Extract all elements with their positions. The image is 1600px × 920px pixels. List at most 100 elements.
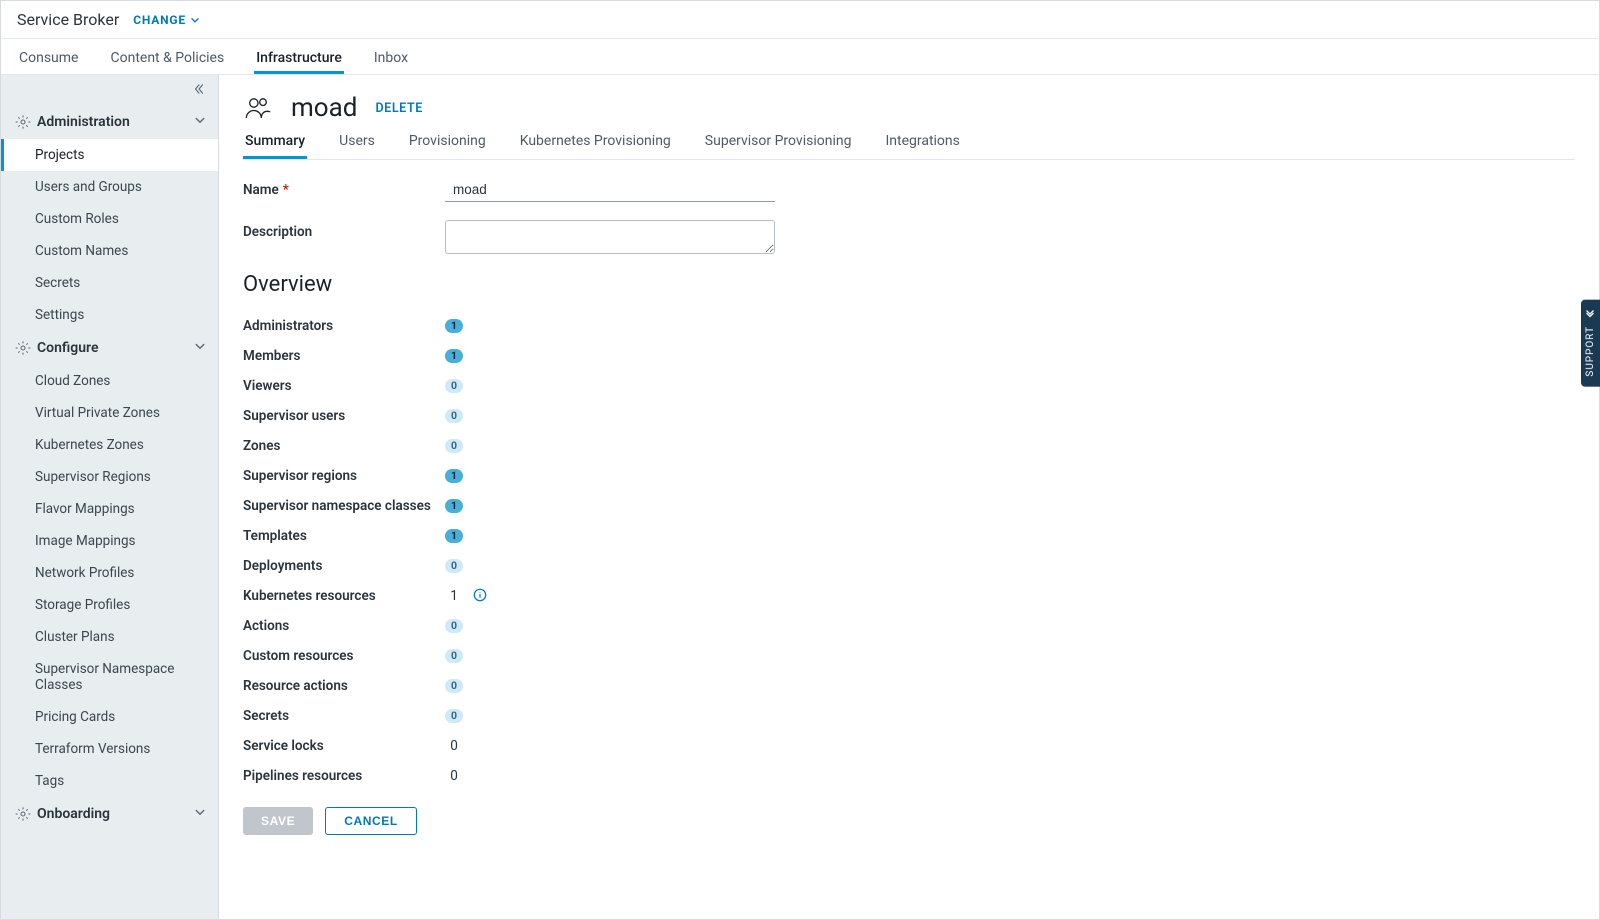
top-tab-inbox[interactable]: Inbox: [372, 50, 410, 74]
page-title-row: moad DELETE: [243, 93, 1575, 123]
overview-label: Members: [243, 348, 445, 364]
tab-provisioning[interactable]: Provisioning: [407, 133, 488, 159]
gear-icon: [15, 806, 31, 822]
top-nav: Consume Content & Policies Infrastructure I…: [1, 39, 1599, 75]
section-label: Administration: [37, 114, 130, 130]
change-context-link[interactable]: CHANGE: [133, 13, 200, 27]
tab-summary[interactable]: Summary: [243, 133, 307, 159]
overview-label: Custom resources: [243, 648, 445, 664]
overview-heading: Overview: [243, 272, 1575, 297]
sidebar-item-projects[interactable]: Projects: [1, 139, 218, 171]
sidebar-section-configure[interactable]: Configure: [1, 331, 218, 365]
overview-value: 0: [445, 709, 463, 723]
save-button[interactable]: SAVE: [243, 807, 313, 835]
overview-row: Deployments0: [243, 551, 1575, 581]
tab-users[interactable]: Users: [337, 133, 377, 159]
chevron-double-left-icon: [192, 82, 206, 96]
overview-label: Pipelines resources: [243, 768, 445, 784]
sidebar: AdministrationProjectsUsers and GroupsCu…: [1, 75, 219, 919]
name-label: Name*: [243, 178, 445, 198]
gear-icon: [15, 114, 31, 130]
sidebar-item-pricing-cards[interactable]: Pricing Cards: [1, 701, 218, 733]
sidebar-item-secrets[interactable]: Secrets: [1, 267, 218, 299]
sidebar-item-storage-profiles[interactable]: Storage Profiles: [1, 589, 218, 621]
overview-value: 0: [445, 409, 463, 423]
sidebar-item-users-groups[interactable]: Users and Groups: [1, 171, 218, 203]
main-content: moad DELETE Summary Users Provisioning Kube…: [219, 75, 1599, 919]
chevron-down-icon: [194, 806, 206, 822]
overview-row: Supervisor namespace classes1: [243, 491, 1575, 521]
overview-value: 1: [445, 349, 463, 363]
overview-row: Kubernetes resources1: [243, 581, 1575, 611]
sidebar-item-cluster-plans[interactable]: Cluster Plans: [1, 621, 218, 653]
info-icon[interactable]: [463, 587, 487, 606]
overview-label: Kubernetes resources: [243, 588, 445, 604]
overview-row: Viewers0: [243, 371, 1575, 401]
name-input[interactable]: [445, 178, 775, 202]
overview-label: Supervisor users: [243, 408, 445, 424]
sidebar-section-onboarding[interactable]: Onboarding: [1, 797, 218, 831]
sidebar-item-flavor-mappings[interactable]: Flavor Mappings: [1, 493, 218, 525]
sidebar-item-sup-regions[interactable]: Supervisor Regions: [1, 461, 218, 493]
overview-row: Supervisor users0: [243, 401, 1575, 431]
sidebar-item-net-profiles[interactable]: Network Profiles: [1, 557, 218, 589]
chevron-double-left-icon: [1586, 310, 1596, 320]
page-title: moad: [291, 93, 357, 123]
tab-integrations[interactable]: Integrations: [883, 133, 961, 159]
sidebar-item-image-mappings[interactable]: Image Mappings: [1, 525, 218, 557]
overview-value: 1: [445, 319, 463, 333]
chevron-down-icon: [194, 340, 206, 356]
sidebar-item-settings[interactable]: Settings: [1, 299, 218, 331]
top-tab-infrastructure[interactable]: Infrastructure: [254, 50, 344, 74]
overview-label: Supervisor regions: [243, 468, 445, 484]
sidebar-item-custom-roles[interactable]: Custom Roles: [1, 203, 218, 235]
sidebar-item-terraform-versions[interactable]: Terraform Versions: [1, 733, 218, 765]
overview-label: Actions: [243, 618, 445, 634]
cancel-button[interactable]: CANCEL: [325, 807, 417, 835]
gear-icon: [15, 340, 31, 356]
tab-sup-provisioning[interactable]: Supervisor Provisioning: [703, 133, 854, 159]
chevron-down-icon: [194, 114, 206, 130]
overview-value: 1: [445, 588, 463, 604]
sidebar-section-administration[interactable]: Administration: [1, 105, 218, 139]
brand-title: Service Broker: [17, 10, 119, 29]
description-label: Description: [243, 220, 445, 240]
overview-row: Members1: [243, 341, 1575, 371]
overview-value: 0: [445, 738, 463, 754]
sidebar-item-k8s-zones[interactable]: Kubernetes Zones: [1, 429, 218, 461]
description-form-row: Description: [243, 220, 1575, 254]
section-label: Configure: [37, 340, 98, 356]
top-tab-content-policies[interactable]: Content & Policies: [108, 50, 226, 74]
chevron-down-icon: [190, 15, 200, 25]
delete-button[interactable]: DELETE: [375, 101, 422, 116]
sidebar-item-sup-ns-classes[interactable]: Supervisor Namespace Classes: [1, 653, 218, 701]
description-textarea[interactable]: [445, 220, 775, 254]
collapse-sidebar-button[interactable]: [192, 81, 206, 100]
overview-label: Templates: [243, 528, 445, 544]
overview-label: Service locks: [243, 738, 445, 754]
sidebar-item-vpz[interactable]: Virtual Private Zones: [1, 397, 218, 429]
overview-label: Resource actions: [243, 678, 445, 694]
support-tab[interactable]: SUPPORT: [1581, 300, 1600, 387]
overview-row: Secrets0: [243, 701, 1575, 731]
overview-value: 0: [445, 679, 463, 693]
overview-value: 0: [445, 559, 463, 573]
name-form-row: Name*: [243, 178, 1575, 202]
overview-value: 1: [445, 529, 463, 543]
overview-value: 0: [445, 439, 463, 453]
form-footer: SAVE CANCEL: [243, 791, 1575, 849]
sidebar-item-custom-names[interactable]: Custom Names: [1, 235, 218, 267]
sidebar-item-cloud-zones[interactable]: Cloud Zones: [1, 365, 218, 397]
overview-row: Templates1: [243, 521, 1575, 551]
sidebar-item-tags[interactable]: Tags: [1, 765, 218, 797]
overview-label: Secrets: [243, 708, 445, 724]
overview-value: 0: [445, 649, 463, 663]
overview-label: Viewers: [243, 378, 445, 394]
overview-row: Zones0: [243, 431, 1575, 461]
overview-label: Zones: [243, 438, 445, 454]
overview-label: Deployments: [243, 558, 445, 574]
tab-k8s-provisioning[interactable]: Kubernetes Provisioning: [518, 133, 673, 159]
top-tab-consume[interactable]: Consume: [17, 50, 80, 74]
overview-row: Resource actions0: [243, 671, 1575, 701]
overview-value: 1: [445, 499, 463, 513]
